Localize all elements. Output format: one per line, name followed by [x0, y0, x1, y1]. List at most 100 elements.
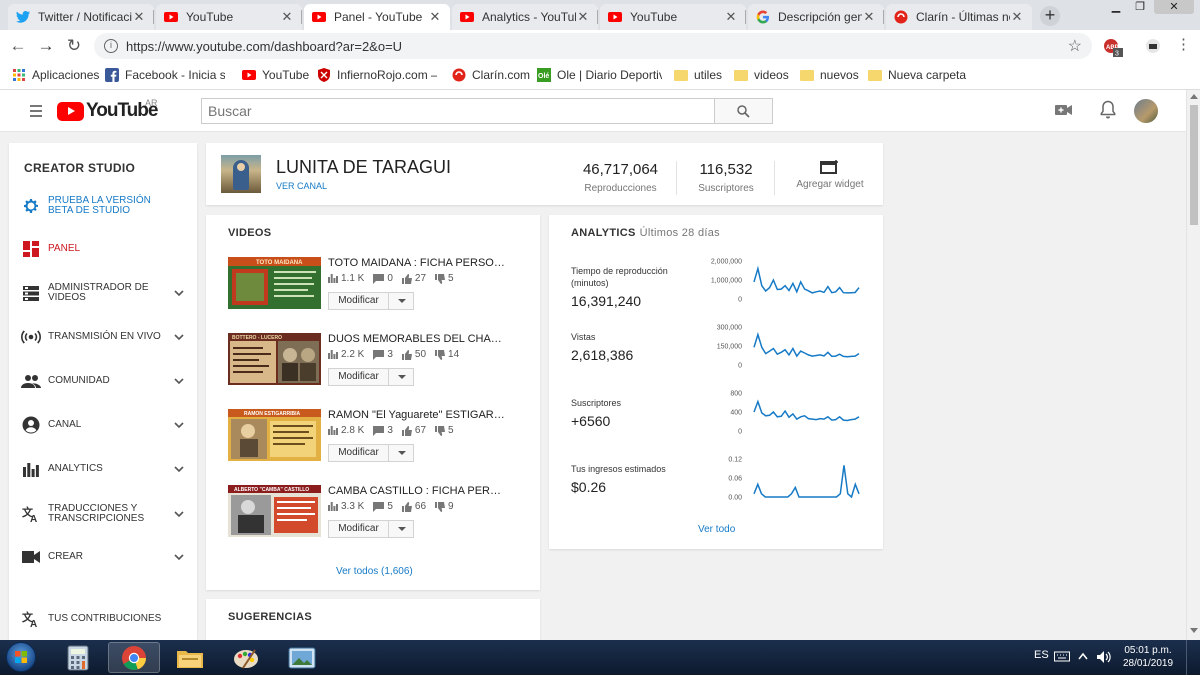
sidebar-item-create[interactable]: CREAR [9, 547, 197, 567]
search-input[interactable] [202, 99, 714, 123]
sidebar-item-panel[interactable]: PANEL [9, 239, 197, 259]
chevron-down-icon[interactable] [174, 464, 184, 474]
sidebar-item-contributions[interactable]: 文A TUS CONTRIBUCIONES [9, 609, 197, 629]
upload-video-icon[interactable] [1055, 103, 1073, 120]
taskbar-calculator[interactable] [52, 642, 104, 673]
sidebar-item-community[interactable]: COMUNIDAD [9, 371, 197, 391]
sidebar-item-live[interactable]: TRANSMISIÓN EN VIVO [9, 327, 197, 347]
bookmark-apps[interactable]: Aplicaciones [12, 68, 99, 82]
video-thumbnail[interactable]: RAMON ESTIGARRIBIA [228, 409, 321, 461]
new-tab-button[interactable]: + [1040, 6, 1060, 26]
scroll-down-icon[interactable] [1190, 628, 1198, 633]
edit-video-button[interactable]: Modificar [328, 368, 414, 386]
video-thumbnail[interactable]: BOTTERO - LUCERO [228, 333, 321, 385]
bookmark-facebook[interactable]: Facebook - Inicia sesión [105, 68, 225, 82]
video-title[interactable]: CAMBA CASTILLO : FICHA PERSONAL [328, 485, 508, 497]
bookmark-ole[interactable]: Olé Ole | Diario Deportivo [537, 68, 662, 82]
channel-avatar[interactable] [221, 155, 261, 193]
back-icon[interactable]: ← [8, 36, 28, 56]
page-scrollbar[interactable] [1186, 90, 1200, 640]
close-window-icon[interactable]: ✕ [1154, 0, 1194, 14]
clock-time: 05:01 p.m. [1124, 645, 1172, 656]
search-button[interactable] [714, 98, 773, 124]
edit-dropdown-icon[interactable] [389, 521, 413, 537]
chevron-down-icon[interactable] [174, 332, 184, 342]
close-tab-icon[interactable]: ✕ [280, 9, 294, 25]
maximize-window-icon[interactable]: ❐ [1130, 0, 1150, 14]
scrollbar-thumb[interactable] [1190, 105, 1198, 225]
video-title[interactable]: DUOS MEMORABLES DEL CHAMAMÉ [328, 333, 508, 345]
extension-icon[interactable] [1144, 38, 1162, 57]
sidebar-item-video-manager[interactable]: ADMINISTRADOR DE VIDEOS [9, 283, 197, 303]
video-title[interactable]: TOTO MAIDANA : FICHA PERSONAL [328, 257, 508, 269]
site-info-icon[interactable]: i [104, 39, 118, 53]
close-tab-icon[interactable]: ✕ [724, 9, 738, 25]
scroll-up-icon[interactable] [1190, 94, 1198, 99]
see-all-analytics-link[interactable]: Ver todo [698, 524, 735, 535]
keyboard-icon[interactable] [1054, 650, 1070, 665]
edit-dropdown-icon[interactable] [389, 369, 413, 385]
edit-video-button[interactable]: Modificar [328, 520, 414, 538]
guide-menu-icon[interactable] [30, 105, 42, 120]
video-thumbnail[interactable]: ALBERTO "CAMBA" CASTILLO [228, 485, 321, 537]
browser-tab-active[interactable]: Panel - YouTube ✕ [304, 4, 450, 30]
edit-video-button[interactable]: Modificar [328, 292, 414, 310]
taskbar-explorer[interactable] [164, 642, 216, 673]
bookmark-youtube[interactable]: YouTube [242, 68, 309, 82]
close-tab-icon[interactable]: ✕ [1010, 9, 1024, 25]
close-tab-icon[interactable]: ✕ [132, 9, 146, 25]
notifications-bell-icon[interactable] [1100, 100, 1116, 123]
edit-dropdown-icon[interactable] [389, 293, 413, 309]
close-tab-icon[interactable]: ✕ [428, 9, 442, 25]
thumbnail-caption: BOTTERO - LUCERO [232, 335, 282, 341]
volume-icon[interactable] [1096, 650, 1112, 667]
browser-tab[interactable]: Descripción general ✕ [748, 4, 884, 30]
video-title[interactable]: RAMON "El Yaguarete" ESTIGARRIBIA [328, 409, 508, 421]
chevron-down-icon[interactable] [174, 420, 184, 430]
edit-video-button[interactable]: Modificar [328, 444, 414, 462]
browser-menu-icon[interactable]: ⋮ [1176, 37, 1191, 52]
taskbar-chrome[interactable] [108, 642, 160, 673]
input-language[interactable]: ES [1034, 649, 1049, 661]
sidebar-item-translations[interactable]: 文A TRADUCCIONES Y TRANSCRIPCIONES [9, 503, 197, 525]
browser-tab[interactable]: Twitter / Notificaciones ✕ [8, 4, 154, 30]
show-hidden-icons-icon[interactable] [1078, 651, 1088, 663]
video-thumbnail[interactable]: TOTO MAIDANA [228, 257, 321, 309]
close-tab-icon[interactable]: ✕ [576, 9, 590, 25]
close-tab-icon[interactable]: ✕ [862, 9, 876, 25]
browser-tab[interactable]: Clarín - Últimas noticias ✕ [886, 4, 1032, 30]
bookmark-folder-nuevos[interactable]: nuevos [800, 68, 859, 82]
youtube-logo[interactable]: YouTube [57, 100, 158, 122]
chevron-down-icon[interactable] [174, 376, 184, 386]
bookmark-star-icon[interactable]: ☆ [1068, 36, 1082, 56]
bookmark-infiernorojo[interactable]: InfiernoRojo.com – C [317, 68, 437, 82]
system-clock[interactable]: 05:01 p.m. 28/01/2019 [1118, 644, 1178, 670]
sidebar-item-channel[interactable]: CANAL [9, 415, 197, 435]
view-channel-link[interactable]: VER CANAL [276, 181, 327, 191]
chevron-down-icon[interactable] [174, 288, 184, 298]
minimize-window-icon[interactable]: ▁ [1106, 0, 1126, 14]
windows-start-button[interactable] [6, 642, 36, 672]
browser-tab[interactable]: Analytics - YouTube ✕ [452, 4, 598, 30]
browser-tab[interactable]: YouTube ✕ [156, 4, 302, 30]
edit-dropdown-icon[interactable] [389, 445, 413, 461]
forward-icon[interactable]: → [36, 36, 56, 56]
see-all-videos-link[interactable]: Ver todos (1,606) [336, 566, 413, 577]
account-avatar[interactable] [1134, 99, 1158, 123]
sidebar-item-analytics[interactable]: ANALYTICS [9, 459, 197, 479]
reload-icon[interactable]: ↻ [64, 36, 84, 56]
address-bar[interactable]: i https://www.youtube.com/dashboard?ar=2… [94, 33, 1092, 59]
add-widget-button[interactable]: Agregar widget [792, 159, 868, 190]
chevron-down-icon[interactable] [174, 509, 184, 519]
bookmark-clarin[interactable]: Clarín.com [452, 68, 530, 82]
chevron-down-icon[interactable] [174, 552, 184, 562]
show-desktop-button[interactable] [1186, 640, 1200, 675]
browser-tab[interactable]: YouTube ✕ [600, 4, 746, 30]
taskbar-paint[interactable] [220, 642, 272, 673]
taskbar-image-viewer[interactable] [276, 642, 328, 673]
adblock-extension-icon[interactable]: ABP 3 [1103, 38, 1125, 61]
bookmark-folder-nueva-carpeta[interactable]: Nueva carpeta [868, 68, 966, 82]
bookmark-folder-utiles[interactable]: utiles [674, 68, 722, 82]
sidebar-item-beta-studio[interactable]: PRUEBA LA VERSIÓN BETA DE STUDIO [9, 195, 197, 217]
bookmark-folder-videos[interactable]: videos [734, 68, 789, 82]
